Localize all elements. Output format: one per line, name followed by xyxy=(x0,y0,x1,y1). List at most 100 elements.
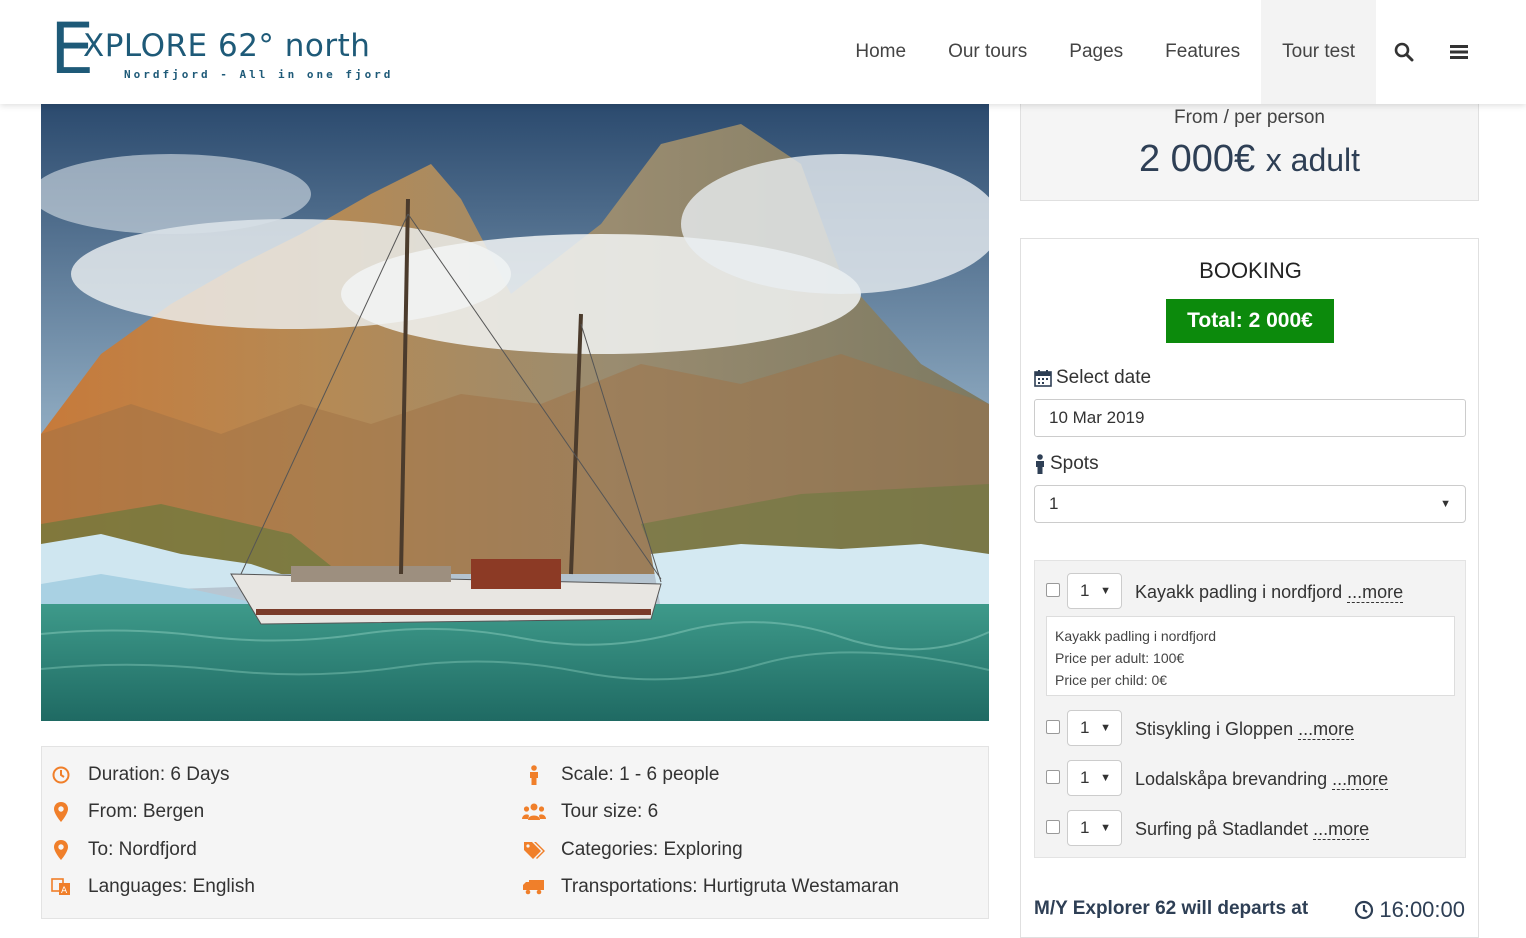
spots-select-value: 1 xyxy=(1049,494,1059,513)
extra-qty-value: 1 xyxy=(1080,581,1090,600)
person-icon xyxy=(1034,454,1046,474)
map-marker-icon xyxy=(45,839,77,860)
spots-select[interactable]: 1 ▼ xyxy=(1034,485,1466,523)
svg-text:A: A xyxy=(61,886,68,896)
price-amount: 2 000€ xyxy=(1138,138,1256,180)
info-categories: Categories: Exploring xyxy=(518,831,899,869)
info-transportations: Transportations: Hurtigruta Westamaran xyxy=(518,869,899,907)
info-duration: Duration: 6 Days xyxy=(45,756,255,794)
extra-qty-select[interactable]: 1 ▼ xyxy=(1067,810,1122,846)
tour-hero-image xyxy=(41,104,989,721)
extra-name: Surfing på Stadlandet ...more xyxy=(1135,819,1370,840)
nav-pages[interactable]: Pages xyxy=(1048,0,1144,104)
tooltip-line-child-price: Price per child: 0€ xyxy=(1055,672,1168,688)
tour-info-left: Duration: 6 Days From: Bergen To: Nordfj… xyxy=(45,756,255,906)
chevron-down-icon: ▼ xyxy=(1440,498,1451,510)
info-categories-text: Categories: Exploring xyxy=(561,838,743,860)
info-from-text: From: Bergen xyxy=(88,801,205,823)
info-from: From: Bergen xyxy=(45,794,255,832)
extra-name-text: Lodalskåpa brevandring xyxy=(1135,769,1328,789)
map-marker-icon xyxy=(45,802,77,823)
info-tour-size-text: Tour size: 6 xyxy=(561,801,659,823)
nav-home[interactable]: Home xyxy=(834,0,927,104)
main-nav: Home Our tours Pages Features Tour test xyxy=(834,0,1486,104)
calendar-icon xyxy=(1034,369,1052,387)
tags-icon xyxy=(518,841,550,859)
extra-qty-value: 1 xyxy=(1080,818,1090,837)
clock-icon xyxy=(45,766,77,784)
select-date-label-text: Select date xyxy=(1056,367,1152,388)
booking-panel: BOOKING Total: 2 000€ Select date Spots … xyxy=(1020,238,1479,938)
person-icon xyxy=(518,764,550,785)
info-duration-text: Duration: 6 Days xyxy=(88,763,230,785)
extra-name: Kayakk padling i nordfjord ...more xyxy=(1135,582,1404,603)
nav-features[interactable]: Features xyxy=(1144,0,1261,104)
departure-time-value: 16:00:00 xyxy=(1379,897,1465,922)
tooltip-line-adult-price: Price per adult: 100€ xyxy=(1055,650,1185,666)
extra-tooltip: Kayakk padling i nordfjord Price per adu… xyxy=(1046,616,1455,696)
extra-name-text: Surfing på Stadlandet xyxy=(1135,819,1309,839)
extra-qty-select[interactable]: 1 ▼ xyxy=(1067,573,1122,609)
date-input[interactable] xyxy=(1034,399,1466,437)
truck-icon xyxy=(518,879,550,895)
site-header: E XPLORE 62° north Nordfjord - All in on… xyxy=(0,0,1526,104)
logo-subtitle: Nordfjord - All in one fjord xyxy=(124,68,394,81)
extra-name: Stisykling i Gloppen ...more xyxy=(1135,719,1355,740)
price-label: From / per person xyxy=(1174,107,1325,128)
info-to: To: Nordfjord xyxy=(45,831,255,869)
booking-total-badge: Total: 2 000€ xyxy=(1166,299,1334,343)
extra-qty-value: 1 xyxy=(1080,718,1090,737)
extra-name-text: Kayakk padling i nordfjord xyxy=(1135,582,1343,602)
extra-more-link[interactable]: ...more xyxy=(1332,769,1389,790)
extra-qty-value: 1 xyxy=(1080,768,1090,787)
nav-our-tours[interactable]: Our tours xyxy=(927,0,1048,104)
extra-more-link[interactable]: ...more xyxy=(1347,582,1404,603)
clock-icon xyxy=(1354,900,1374,920)
logo-title: XPLORE 62° north xyxy=(83,28,371,64)
extra-name-text: Stisykling i Gloppen xyxy=(1135,719,1294,739)
tour-info-right: Scale: 1 - 6 people Tour size: 6 Categor… xyxy=(518,756,899,906)
extra-item: 1 ▼ Surfing på Stadlandet ...more xyxy=(1035,798,1467,848)
extra-qty-select[interactable]: 1 ▼ xyxy=(1067,710,1122,746)
extra-item: 1 ▼ Stisykling i Gloppen ...more xyxy=(1035,698,1467,748)
info-scale: Scale: 1 - 6 people xyxy=(518,756,899,794)
extra-item: 1 ▼ Kayakk padling i nordfjord ...more xyxy=(1035,561,1467,611)
chevron-down-icon: ▼ xyxy=(1100,722,1111,734)
info-tour-size: Tour size: 6 xyxy=(518,794,899,832)
tooltip-line-name: Kayakk padling i nordfjord xyxy=(1055,628,1217,644)
info-to-text: To: Nordfjord xyxy=(88,838,197,860)
booking-title: BOOKING xyxy=(1199,258,1302,283)
extra-checkbox[interactable] xyxy=(1046,820,1060,834)
group-icon xyxy=(518,803,550,821)
extra-checkbox[interactable] xyxy=(1046,720,1060,734)
departure-text: M/Y Explorer 62 will departs at xyxy=(1034,898,1309,919)
extra-more-link[interactable]: ...more xyxy=(1313,819,1370,840)
spots-label-text: Spots xyxy=(1050,453,1099,474)
site-logo[interactable]: E XPLORE 62° north Nordfjord - All in on… xyxy=(50,14,390,84)
select-date-label: Select date xyxy=(1034,367,1151,389)
nav-tour-test[interactable]: Tour test xyxy=(1261,0,1376,104)
info-languages-text: Languages: English xyxy=(88,876,255,898)
extra-checkbox[interactable] xyxy=(1046,583,1060,597)
search-icon[interactable] xyxy=(1376,0,1432,104)
extra-name: Lodalskåpa brevandring ...more xyxy=(1135,769,1389,790)
price-box: From / per person 2 000€ x adult xyxy=(1020,104,1479,201)
price-unit: x adult xyxy=(1265,142,1361,178)
extra-qty-select[interactable]: 1 ▼ xyxy=(1067,760,1122,796)
info-languages: A Languages: English xyxy=(45,869,255,907)
tour-info-box: Duration: 6 Days From: Bergen To: Nordfj… xyxy=(41,746,989,919)
language-icon: A xyxy=(45,878,77,896)
spots-label: Spots xyxy=(1034,453,1099,475)
info-scale-text: Scale: 1 - 6 people xyxy=(561,763,720,785)
extra-item: 1 ▼ Lodalskåpa brevandring ...more xyxy=(1035,748,1467,798)
chevron-down-icon: ▼ xyxy=(1100,772,1111,784)
extra-more-link[interactable]: ...more xyxy=(1298,719,1355,740)
hamburger-menu-icon[interactable] xyxy=(1432,0,1486,104)
extras-list: 1 ▼ Kayakk padling i nordfjord ...more Ka… xyxy=(1034,560,1466,858)
tour-photo-sailboat-mountain xyxy=(41,104,989,721)
price-amount-line: 2 000€ x adult xyxy=(1021,136,1478,183)
extra-checkbox[interactable] xyxy=(1046,770,1060,784)
departure-time: 16:00:00 xyxy=(1354,897,1465,923)
chevron-down-icon: ▼ xyxy=(1100,822,1111,834)
chevron-down-icon: ▼ xyxy=(1100,585,1111,597)
